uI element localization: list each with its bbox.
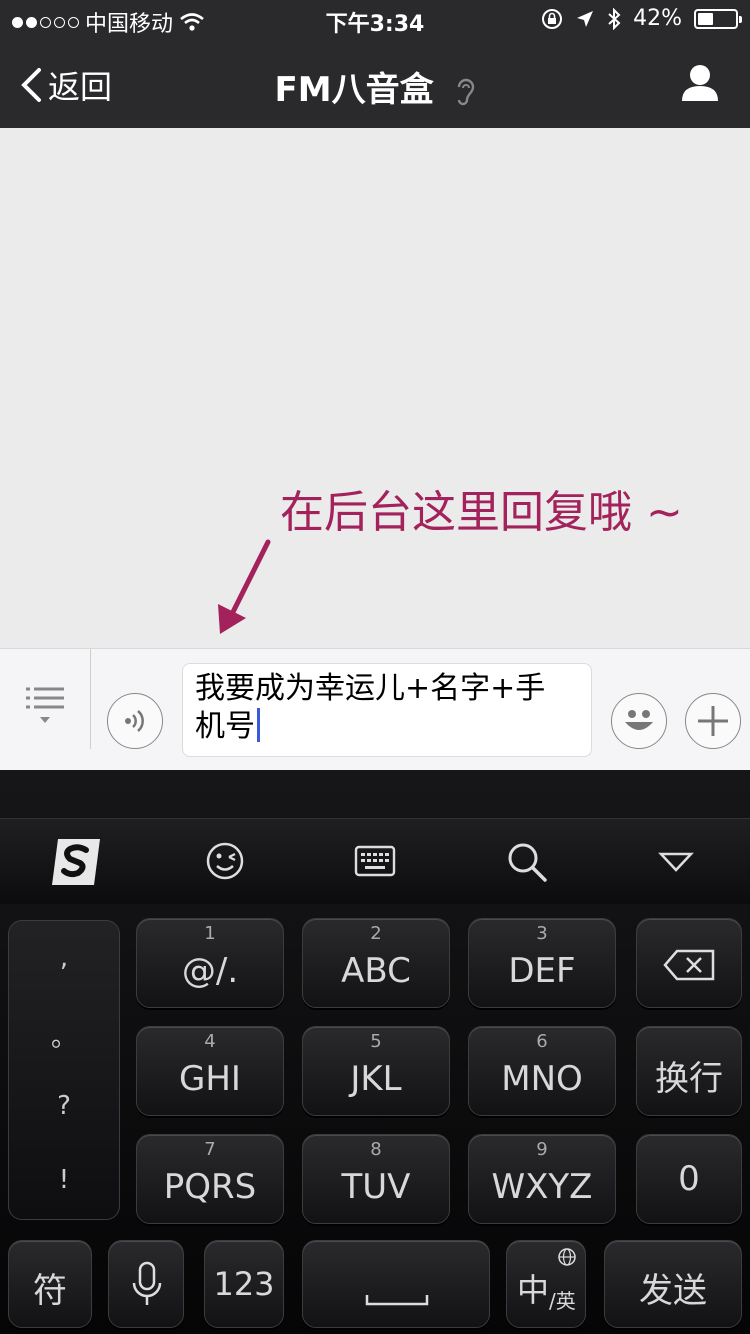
emoji-button[interactable]	[611, 693, 667, 749]
sogou-logo-icon[interactable]	[48, 835, 104, 889]
divider	[90, 649, 91, 749]
key-label: DEF	[508, 951, 576, 991]
input-bar: 我要成为幸运儿+名字+手 机号	[0, 648, 750, 770]
key-number: 3	[536, 923, 548, 944]
lang-sub-label: /英	[549, 1289, 576, 1313]
key-6[interactable]: 6 MNO	[468, 1026, 616, 1116]
symbol-key[interactable]: 符	[8, 1240, 92, 1328]
backspace-icon	[663, 949, 715, 981]
location-icon	[577, 10, 594, 27]
space-key[interactable]	[302, 1240, 490, 1328]
punct-period[interactable]: 。	[9, 1017, 119, 1054]
menu-list-icon[interactable]	[22, 685, 68, 729]
voice-icon	[125, 710, 144, 732]
key-label: PQRS	[163, 1167, 257, 1207]
punct-comma[interactable]: ,	[9, 943, 119, 973]
newline-label: 换行	[655, 1059, 723, 1099]
key-number: 6	[536, 1031, 548, 1052]
punct-exclamation[interactable]: !	[9, 1165, 119, 1195]
microphone-icon	[132, 1261, 162, 1305]
navigation-bar: 返回 FM八音盒	[0, 40, 750, 128]
microphone-key[interactable]	[108, 1240, 184, 1328]
space-icon	[365, 1295, 429, 1306]
key-number: 8	[370, 1139, 382, 1160]
profile-icon[interactable]	[680, 64, 720, 102]
keyboard-toolbar	[0, 818, 750, 904]
message-input[interactable]: 我要成为幸运儿+名字+手 机号	[182, 663, 592, 757]
status-bar: 中国移动 下午3:34 42%	[0, 0, 750, 40]
symbol-label: 符	[33, 1271, 67, 1311]
plus-icon	[698, 706, 728, 736]
annotation-text: 在后台这里回复哦 ~	[280, 487, 683, 538]
key-label: @/.	[181, 951, 239, 991]
punct-question[interactable]: ?	[9, 1091, 119, 1121]
key-number: 2	[370, 923, 382, 944]
collapse-icon[interactable]	[658, 851, 694, 873]
key-label: JKL	[350, 1059, 402, 1099]
key-9[interactable]: 9 WXYZ	[468, 1134, 616, 1224]
language-switch-key[interactable]: 中 /英	[506, 1240, 586, 1328]
key-label: GHI	[179, 1059, 241, 1099]
punctuation-column[interactable]: , 。 ? !	[8, 920, 120, 1220]
lang-main-label: 中	[517, 1271, 550, 1309]
key-number: 1	[204, 923, 216, 944]
globe-icon	[558, 1248, 576, 1266]
page-title-text: FM八音盒	[274, 70, 434, 110]
key-3[interactable]: 3 DEF	[468, 918, 616, 1008]
more-button[interactable]	[685, 693, 741, 749]
voice-input-button[interactable]	[107, 693, 163, 749]
key-4[interactable]: 4 GHI	[136, 1026, 284, 1116]
message-text-line1: 我要成为幸运儿+名字+手	[195, 671, 546, 706]
search-icon[interactable]	[506, 841, 548, 883]
key-number: 4	[204, 1031, 216, 1052]
newline-key[interactable]: 换行	[636, 1026, 742, 1116]
backspace-key[interactable]	[636, 918, 742, 1008]
key-label: WXYZ	[491, 1167, 593, 1207]
battery-icon	[694, 8, 742, 29]
status-right: 42%	[541, 6, 742, 31]
key-number: 7	[204, 1139, 216, 1160]
ear-icon	[458, 78, 475, 105]
key-label: TUV	[341, 1167, 411, 1207]
send-label: 发送	[639, 1271, 707, 1311]
page-title: FM八音盒	[0, 62, 750, 111]
message-text-line2: 机号	[195, 709, 255, 744]
keyboard: , 。 ? ! 1 @/. 2 ABC 3 DEF 4 GHI 5 JKL 6 …	[0, 770, 750, 1334]
text-cursor	[257, 708, 260, 742]
key-1[interactable]: 1 @/.	[136, 918, 284, 1008]
key-7[interactable]: 7 PQRS	[136, 1134, 284, 1224]
number-switch-key[interactable]: 123	[204, 1240, 284, 1328]
number-switch-label: 123	[213, 1265, 275, 1303]
emoji-icon[interactable]	[205, 841, 245, 881]
rotation-lock-icon	[542, 8, 563, 29]
key-8[interactable]: 8 TUV	[302, 1134, 450, 1224]
bluetooth-icon	[608, 7, 621, 30]
key-0[interactable]: 0	[636, 1134, 742, 1224]
zero-label: 0	[678, 1159, 700, 1199]
key-label: ABC	[341, 951, 411, 991]
arrow-icon	[218, 539, 271, 634]
send-key[interactable]: 发送	[604, 1240, 742, 1328]
key-5[interactable]: 5 JKL	[302, 1026, 450, 1116]
chat-area: 在后台这里回复哦 ~	[0, 128, 750, 648]
key-label: MNO	[501, 1059, 583, 1099]
smiley-icon	[625, 710, 653, 730]
key-2[interactable]: 2 ABC	[302, 918, 450, 1008]
key-number: 9	[536, 1139, 548, 1160]
keyboard-icon[interactable]	[354, 845, 396, 877]
key-number: 5	[370, 1031, 382, 1052]
battery-percent: 42%	[633, 6, 682, 31]
